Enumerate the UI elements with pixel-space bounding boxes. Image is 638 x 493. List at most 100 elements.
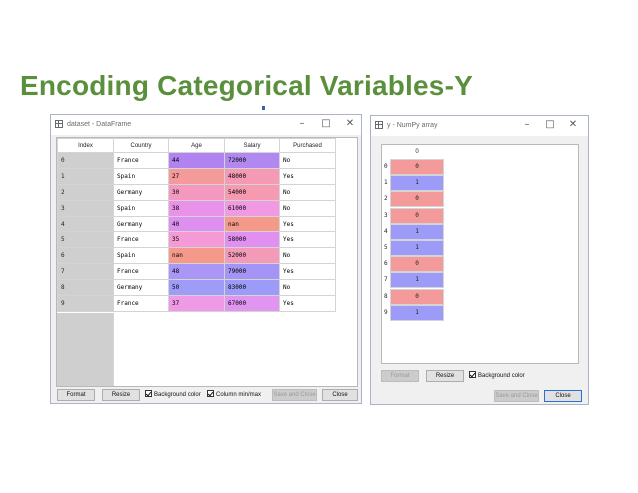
cell-index[interactable]: 4 xyxy=(57,215,114,233)
index-column-fill xyxy=(57,313,114,386)
array-cell[interactable]: 0 xyxy=(390,288,444,305)
table-row[interactable]: 0 France 44 72000 No xyxy=(57,152,336,169)
format-button[interactable]: Format xyxy=(381,370,419,382)
column-header-purchased[interactable]: Purchased xyxy=(279,138,336,153)
numpy-window: y - NumPy array – □ ✕ 0 0011203041516071… xyxy=(370,115,589,405)
row-label: 9 xyxy=(384,308,388,316)
cell-salary[interactable]: 58000 xyxy=(224,231,280,249)
array-cell[interactable]: 0 xyxy=(390,159,444,175)
format-button[interactable]: Format xyxy=(57,389,95,401)
table-icon xyxy=(375,121,383,129)
array-cell[interactable]: 1 xyxy=(390,240,444,256)
background-color-checkbox[interactable]: Background color xyxy=(145,390,201,400)
column-header-salary[interactable]: Salary xyxy=(224,138,280,153)
resize-button[interactable]: Resize xyxy=(102,389,140,401)
column-minmax-checkbox[interactable]: Column min/max xyxy=(207,390,261,400)
array-cell[interactable]: 1 xyxy=(390,304,444,321)
cell-country[interactable]: France xyxy=(113,295,169,312)
close-button[interactable]: Close xyxy=(322,389,358,401)
table-icon xyxy=(55,120,63,128)
table-row[interactable]: 1 Spain 27 48000 Yes xyxy=(57,167,336,185)
cell-index[interactable]: 1 xyxy=(57,167,114,185)
cell-purchased[interactable]: No xyxy=(279,152,336,169)
cell-country[interactable]: France xyxy=(113,263,169,281)
table-row[interactable]: 9 France 37 67000 Yes xyxy=(57,295,336,312)
cell-salary[interactable]: 52000 xyxy=(224,247,280,265)
array-cell[interactable]: 0 xyxy=(390,207,444,224)
cell-index[interactable]: 6 xyxy=(57,247,114,265)
maximize-icon[interactable]: □ xyxy=(319,118,333,130)
table-row[interactable]: 5 France 35 58000 Yes xyxy=(57,231,336,249)
close-button[interactable]: Close xyxy=(544,390,582,402)
numpy-grid-area[interactable]: 0 00112030415160718091 xyxy=(381,144,579,364)
cell-purchased[interactable]: Yes xyxy=(279,167,336,185)
array-cell[interactable]: 0 xyxy=(390,191,444,208)
cell-country[interactable]: Spain xyxy=(113,247,169,265)
array-cell[interactable]: 0 xyxy=(390,256,444,273)
cell-country[interactable]: Germany xyxy=(113,183,169,201)
table-row[interactable]: 7 France 48 79000 Yes xyxy=(57,263,336,281)
column-header-country[interactable]: Country xyxy=(113,138,169,153)
cell-country[interactable]: Germany xyxy=(113,215,169,233)
maximize-icon[interactable]: □ xyxy=(543,119,557,131)
cell-age[interactable]: 38 xyxy=(168,199,225,217)
save-and-close-button[interactable]: Save and Close xyxy=(272,389,317,401)
cell-country[interactable]: Spain xyxy=(113,199,169,217)
cell-purchased[interactable]: Yes xyxy=(279,295,336,312)
cell-country[interactable]: France xyxy=(113,231,169,249)
cell-purchased[interactable]: No xyxy=(279,183,336,201)
cell-index[interactable]: 8 xyxy=(57,279,114,297)
cell-salary[interactable]: 72000 xyxy=(224,152,280,169)
cell-age[interactable]: 50 xyxy=(168,279,225,297)
cell-age[interactable]: nan xyxy=(168,247,225,265)
table-row[interactable]: 4 Germany 40 nan Yes xyxy=(57,215,336,233)
cell-country[interactable]: Germany xyxy=(113,279,169,297)
array-cell[interactable]: 1 xyxy=(390,175,444,192)
cell-country[interactable]: Spain xyxy=(113,167,169,185)
resize-button[interactable]: Resize xyxy=(426,370,464,382)
cell-salary[interactable]: 61000 xyxy=(224,199,280,217)
cell-age[interactable]: 48 xyxy=(168,263,225,281)
save-and-close-button[interactable]: Save and Close xyxy=(494,390,539,402)
table-row[interactable]: 6 Spain nan 52000 No xyxy=(57,247,336,265)
numpy-column-header[interactable]: 0 xyxy=(390,146,444,158)
table-row[interactable]: 2 Germany 30 54000 No xyxy=(57,183,336,201)
cell-salary[interactable]: 48000 xyxy=(224,167,280,185)
cell-age[interactable]: 44 xyxy=(168,152,225,169)
cell-purchased[interactable]: Yes xyxy=(279,215,336,233)
cell-purchased[interactable]: No xyxy=(279,247,336,265)
background-color-checkbox[interactable]: Background color xyxy=(469,371,525,381)
table-row[interactable]: 8 Germany 50 83000 No xyxy=(57,279,336,297)
table-row[interactable]: 3 Spain 38 61000 No xyxy=(57,199,336,217)
cell-index[interactable]: 5 xyxy=(57,231,114,249)
close-icon[interactable]: ✕ xyxy=(566,119,580,131)
cell-purchased[interactable]: No xyxy=(279,279,336,297)
cell-salary[interactable]: 83000 xyxy=(224,279,280,297)
cell-index[interactable]: 9 xyxy=(57,295,114,312)
cell-age[interactable]: 37 xyxy=(168,295,225,312)
cell-country[interactable]: France xyxy=(113,152,169,169)
column-header-index[interactable]: Index xyxy=(57,138,114,153)
cell-purchased[interactable]: Yes xyxy=(279,231,336,249)
column-header-age[interactable]: Age xyxy=(168,138,225,153)
cell-age[interactable]: 40 xyxy=(168,215,225,233)
cell-index[interactable]: 3 xyxy=(57,199,114,217)
cell-salary[interactable]: 79000 xyxy=(224,263,280,281)
array-cell[interactable]: 1 xyxy=(390,223,444,240)
minimize-icon[interactable]: – xyxy=(520,119,534,131)
minimize-icon[interactable]: – xyxy=(295,118,309,130)
cell-age[interactable]: 27 xyxy=(168,167,225,185)
cell-index[interactable]: 2 xyxy=(57,183,114,201)
cell-index[interactable]: 7 xyxy=(57,263,114,281)
cell-salary[interactable]: 67000 xyxy=(224,295,280,312)
cell-age[interactable]: 30 xyxy=(168,183,225,201)
cell-purchased[interactable]: No xyxy=(279,199,336,217)
cell-salary[interactable]: 54000 xyxy=(224,183,280,201)
array-cell[interactable]: 1 xyxy=(390,272,444,289)
cell-salary[interactable]: nan xyxy=(224,215,280,233)
cell-index[interactable]: 0 xyxy=(57,152,114,169)
dataframe-grid-area[interactable]: Index Country Age Salary Purchased 0 Fran… xyxy=(56,137,358,387)
close-icon[interactable]: ✕ xyxy=(343,118,357,130)
cell-purchased[interactable]: Yes xyxy=(279,263,336,281)
cell-age[interactable]: 35 xyxy=(168,231,225,249)
